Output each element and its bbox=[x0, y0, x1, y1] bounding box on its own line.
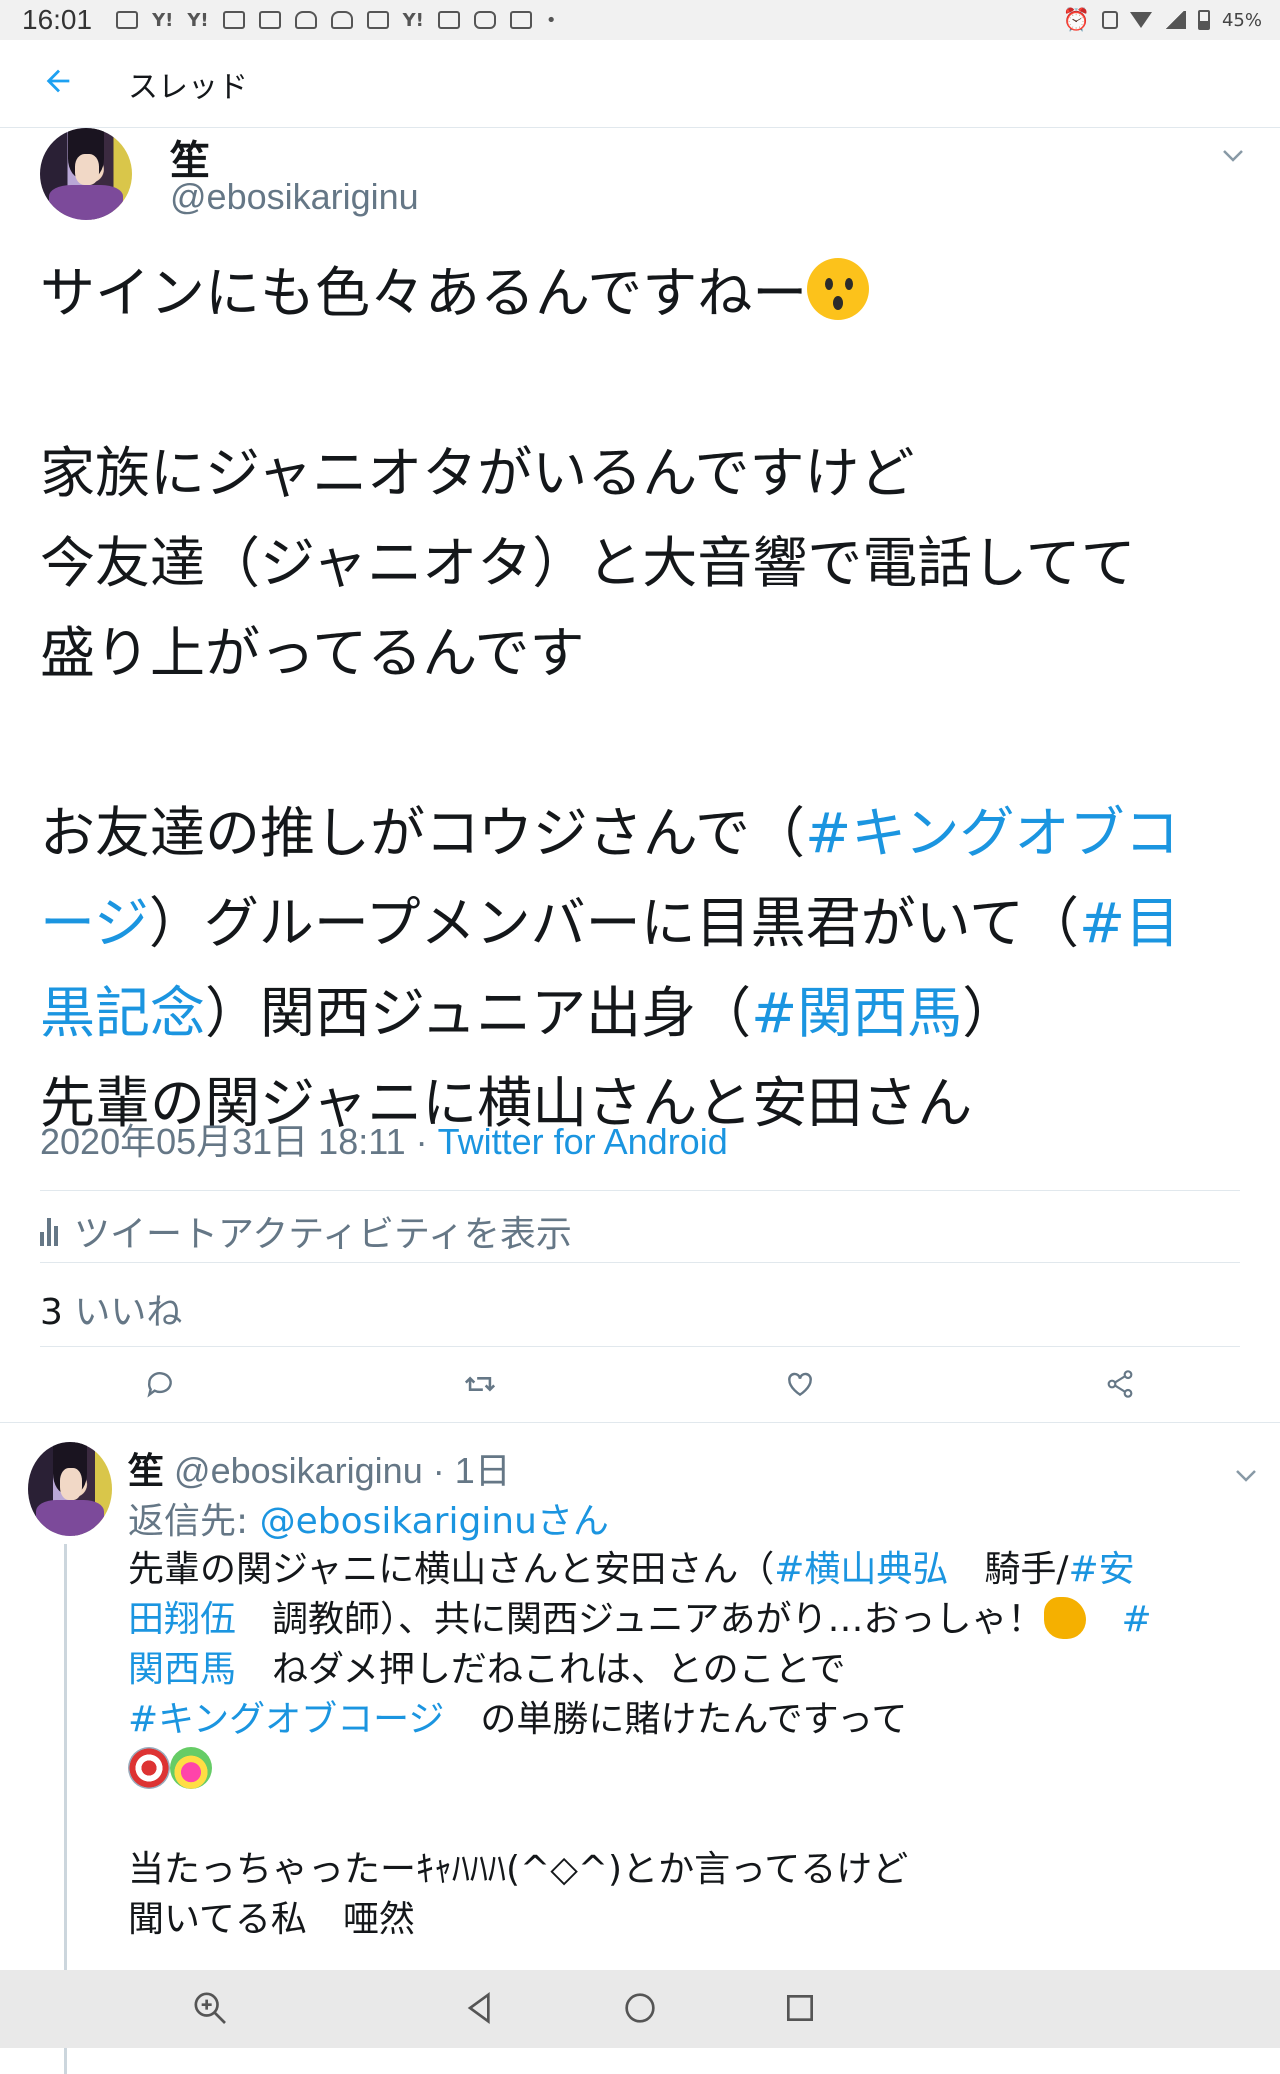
android-icon bbox=[330, 11, 353, 29]
hashtag-link[interactable]: ージ bbox=[40, 891, 149, 955]
reply-icon[interactable] bbox=[138, 1362, 182, 1406]
hashtag-link[interactable]: # bbox=[1122, 1599, 1152, 1640]
arrow-left-icon[interactable] bbox=[38, 64, 78, 104]
like-heart-icon[interactable] bbox=[778, 1362, 822, 1406]
share-icon[interactable] bbox=[1098, 1362, 1142, 1406]
hashtag-link[interactable]: #安 bbox=[1069, 1549, 1135, 1590]
android-icon bbox=[294, 11, 317, 29]
notification-icons: Y! Y! Y! • bbox=[116, 10, 556, 31]
tweet-text: サインにも色々あるんですねー 家族にジャニオタがいるんですけど 今友達（ジャニオ… bbox=[40, 248, 1250, 1148]
source-link[interactable]: Twitter for Android bbox=[438, 1121, 728, 1162]
author-handle[interactable]: @ebosikariginu bbox=[170, 176, 419, 218]
chevron-down-icon[interactable] bbox=[1222, 144, 1244, 169]
avatar[interactable] bbox=[40, 128, 132, 220]
apps-icon bbox=[509, 11, 532, 29]
hashtag-link[interactable]: #キングオブコージ bbox=[128, 1699, 444, 1740]
dot-icon: • bbox=[545, 9, 557, 31]
photo-icon bbox=[116, 11, 139, 29]
app-icon bbox=[437, 11, 460, 29]
astonished-face-icon bbox=[807, 258, 870, 320]
hashtag-link[interactable]: #関西馬 bbox=[751, 981, 962, 1045]
yahoo-icon: Y! bbox=[187, 9, 209, 31]
chevron-down-icon[interactable] bbox=[1235, 1464, 1257, 1489]
analytics-icon bbox=[40, 1216, 58, 1246]
home-circle-icon[interactable] bbox=[620, 1988, 662, 2030]
hashtag-link[interactable]: #キングオブコ bbox=[805, 801, 1179, 865]
battery-icon bbox=[1197, 10, 1210, 30]
page-title: スレッド bbox=[128, 70, 248, 105]
back-triangle-icon[interactable] bbox=[460, 1988, 502, 2030]
clock: 16:01 bbox=[22, 4, 93, 35]
battery-percent: 45% bbox=[1221, 9, 1262, 31]
app-icon bbox=[258, 11, 281, 29]
hashtag-link[interactable]: 黒記念 bbox=[40, 981, 205, 1045]
author-name[interactable]: 笙 bbox=[128, 1451, 164, 1492]
alarm-icon: ⏰ bbox=[1062, 7, 1090, 33]
app-icon bbox=[222, 11, 245, 29]
vibrate-icon bbox=[1101, 11, 1118, 29]
hashtag-link[interactable]: #横山典弘 bbox=[774, 1549, 948, 1590]
signal-icon bbox=[1163, 11, 1186, 29]
divider bbox=[0, 1422, 1280, 1423]
tweet-time: · 1日 bbox=[432, 1450, 511, 1491]
tweet-date: 2020年05月31日 18:11 bbox=[40, 1121, 406, 1162]
divider bbox=[40, 1190, 1240, 1191]
recents-square-icon[interactable] bbox=[780, 1988, 822, 2030]
flexed-biceps-icon bbox=[1043, 1597, 1086, 1639]
mention-link[interactable]: @ebosikariginuさん bbox=[260, 1501, 609, 1542]
status-bar: 16:01 Y! Y! Y! • ⏰ 45% bbox=[0, 0, 1280, 40]
yahoo-icon: Y! bbox=[152, 9, 174, 31]
confetti-ball-icon bbox=[170, 1747, 212, 1789]
mail-icon bbox=[366, 11, 389, 29]
direct-hit-icon bbox=[128, 1747, 170, 1789]
divider bbox=[40, 1262, 1240, 1263]
hashtag-link[interactable]: 関西馬 bbox=[128, 1649, 236, 1690]
reply-to: 返信先: @ebosikariginuさん bbox=[128, 1501, 609, 1542]
retweet-icon[interactable] bbox=[458, 1362, 502, 1406]
navigation-bar bbox=[0, 1970, 1280, 2048]
tweet-text: 先輩の関ジャニに横山さんと安田さん（#横山典弘 騎手/#安 田翔伍 調教師）、共… bbox=[128, 1549, 1152, 1940]
author-handle[interactable]: @ebosikariginu bbox=[174, 1450, 423, 1491]
tweet-activity-link[interactable]: ツイートアクティビティを表示 bbox=[40, 1205, 572, 1257]
hashtag-link[interactable]: 田翔伍 bbox=[128, 1599, 236, 1640]
yahoo-icon: Y! bbox=[402, 9, 424, 31]
reply-header: 笙 @ebosikariginu · 1日 bbox=[128, 1442, 511, 1494]
system-icons: ⏰ 45% bbox=[1063, 0, 1262, 40]
tweet-meta: 2020年05月31日 18:11 · Twitter for Android bbox=[40, 1121, 728, 1162]
wifi-icon bbox=[1129, 12, 1152, 28]
likes-count[interactable]: 3 いいね bbox=[40, 1283, 182, 1335]
hashtag-link[interactable]: #目 bbox=[1079, 891, 1180, 955]
divider bbox=[40, 1346, 1240, 1347]
train-icon bbox=[473, 11, 496, 29]
app-bar: スレッド bbox=[0, 40, 1280, 128]
zoom-icon[interactable] bbox=[190, 1988, 232, 2030]
tweet-actions bbox=[0, 1362, 1280, 1426]
avatar[interactable] bbox=[28, 1442, 112, 1536]
